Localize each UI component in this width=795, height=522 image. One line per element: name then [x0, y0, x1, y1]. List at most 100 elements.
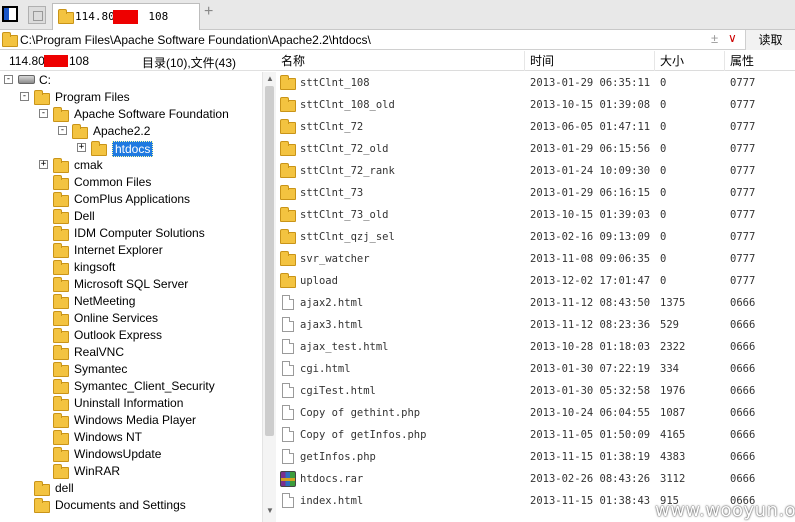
file-row[interactable]: ajax2.html 2013-11-12 08:43:50 1375 0666	[276, 292, 795, 314]
collapse-icon[interactable]: -	[4, 75, 13, 84]
tree-node-label: Outlook Express	[74, 328, 163, 342]
expand-icon[interactable]: +	[77, 143, 86, 152]
tree-node[interactable]: WinRAR	[0, 463, 262, 480]
folder-icon	[53, 362, 69, 377]
tree-node[interactable]: NetMeeting	[0, 293, 262, 310]
file-time: 2013-01-24 10:09:30	[530, 165, 651, 177]
file-row[interactable]: sttClnt_108_old 2013-10-15 01:39:08 0 0777	[276, 94, 795, 116]
column-size[interactable]: 大小	[655, 51, 725, 71]
scroll-up-icon[interactable]: ▲	[266, 74, 274, 83]
file-row[interactable]: htdocs.rar 2013-02-26 08:43:26 3112 0666	[276, 468, 795, 490]
tree-node[interactable]: Online Services	[0, 310, 262, 327]
folder-icon	[280, 163, 296, 178]
scroll-down-icon[interactable]: ▼	[266, 506, 274, 515]
address-toggle-icon[interactable]: ±	[711, 31, 718, 46]
tree-node[interactable]: ComPlus Applications	[0, 191, 262, 208]
file-row[interactable]: sttClnt_72 2013-06-05 01:47:11 0 0777	[276, 116, 795, 138]
file-row[interactable]: upload 2013-12-02 17:01:47 0 0777	[276, 270, 795, 292]
tree-node[interactable]: Documents and Settings	[0, 497, 262, 514]
host-suffix: 108	[69, 54, 90, 68]
tree-node[interactable]: - C:	[0, 72, 262, 89]
tree-node[interactable]: IDM Computer Solutions	[0, 225, 262, 242]
collapse-icon[interactable]: -	[58, 126, 67, 135]
tree-node[interactable]: kingsoft	[0, 259, 262, 276]
window-icon[interactable]	[28, 6, 46, 24]
tree-node[interactable]: - Apache Software Foundation	[0, 106, 262, 123]
file-attr: 0666	[730, 341, 756, 353]
file-row[interactable]: sttClnt_qzj_sel 2013-02-16 09:13:09 0 0777	[276, 226, 795, 248]
tree-node[interactable]: Uninstall Information	[0, 395, 262, 412]
tree-node-label: Internet Explorer	[74, 243, 163, 257]
file-row[interactable]: sttClnt_72_old 2013-01-29 06:15:56 0 0777	[276, 138, 795, 160]
tree-scrollbar[interactable]: ▲ ▼	[262, 72, 276, 522]
tree-node[interactable]: + htdocs	[0, 140, 262, 157]
file-row[interactable]: Copy of gethint.php 2013-10-24 06:04:55 10…	[276, 402, 795, 424]
tree-node[interactable]: Windows Media Player	[0, 412, 262, 429]
tree-node-label: C:	[39, 73, 51, 87]
file-row[interactable]: sttClnt_108 2013-01-29 06:35:11 0 0777	[276, 72, 795, 94]
directory-tree[interactable]: - C: - Program Files - Apache Software Founda…	[0, 72, 262, 522]
collapse-icon[interactable]: -	[39, 109, 48, 118]
file-row[interactable]: sttClnt_72_rank 2013-01-24 10:09:30 0 0777	[276, 160, 795, 182]
scroll-thumb[interactable]	[265, 86, 274, 436]
tree-node[interactable]: dell	[0, 480, 262, 497]
column-attr[interactable]: 属性	[725, 51, 795, 71]
file-size: 0	[660, 99, 667, 111]
tree-node[interactable]: - Apache2.2	[0, 123, 262, 140]
tree-node[interactable]: - Program Files	[0, 89, 262, 106]
collapse-icon[interactable]: -	[20, 92, 29, 101]
file-row[interactable]: svr_watcher 2013-11-08 09:06:35 0 0777	[276, 248, 795, 270]
expand-icon[interactable]: +	[39, 160, 48, 169]
file-attr: 0777	[730, 253, 756, 265]
tree-node[interactable]: WindowsUpdate	[0, 446, 262, 463]
redaction-mark	[113, 10, 138, 24]
host-info-bar: 114.80 108 目录(10),文件(43)	[0, 51, 276, 71]
read-button[interactable]: 读取	[745, 30, 795, 50]
tree-node[interactable]: Symantec_Client_Security	[0, 378, 262, 395]
file-row[interactable]: ajax_test.html 2013-10-28 01:18:03 2322 066…	[276, 336, 795, 358]
file-row[interactable]: Copy of getInfos.php 2013-11-05 01:50:09 4…	[276, 424, 795, 446]
folder-icon	[2, 32, 18, 47]
folder-icon	[53, 277, 69, 292]
file-name: getInfos.php	[300, 451, 376, 463]
address-path[interactable]: C:\Program Files\Apache Software Foundat…	[20, 33, 371, 47]
folder-icon	[34, 498, 50, 513]
column-name[interactable]: 名称	[276, 51, 525, 71]
tree-node[interactable]: + cmak	[0, 157, 262, 174]
tree-node-label: WindowsUpdate	[74, 447, 162, 461]
folder-icon	[53, 413, 69, 428]
file-row[interactable]: ajax3.html 2013-11-12 08:23:36 529 0666	[276, 314, 795, 336]
tree-node-label: Windows NT	[74, 430, 143, 444]
tree-node[interactable]: Microsoft SQL Server	[0, 276, 262, 293]
archive-icon	[280, 471, 296, 487]
tree-node[interactable]: RealVNC	[0, 344, 262, 361]
column-time[interactable]: 时间	[525, 51, 655, 71]
watermark: www.wooyun.org	[655, 500, 795, 521]
tree-node[interactable]: Windows NT	[0, 429, 262, 446]
file-row[interactable]: getInfos.php 2013-11-15 01:38:19 4383 0666	[276, 446, 795, 468]
tree-node[interactable]: Common Files	[0, 174, 262, 191]
tree-node-label: cmak	[74, 158, 103, 172]
address-bar[interactable]: C:\Program Files\Apache Software Foundat…	[0, 30, 795, 50]
file-time: 2013-10-15 01:39:08	[530, 99, 651, 111]
file-row[interactable]: sttClnt_73 2013-01-29 06:16:15 0 0777	[276, 182, 795, 204]
file-row[interactable]: cgiTest.html 2013-01-30 05:32:58 1976 0666	[276, 380, 795, 402]
add-tab-button[interactable]: +	[204, 3, 213, 21]
file-row[interactable]: cgi.html 2013-01-30 07:22:19 334 0666	[276, 358, 795, 380]
tree-node[interactable]: Internet Explorer	[0, 242, 262, 259]
panel-toggle-icon[interactable]	[2, 6, 18, 22]
chevron-down-icon[interactable]: ∨	[728, 31, 737, 45]
file-row[interactable]: sttClnt_73_old 2013-10-15 01:39:03 0 0777	[276, 204, 795, 226]
tree-node[interactable]: Outlook Express	[0, 327, 262, 344]
tree-node[interactable]: Symantec	[0, 361, 262, 378]
tree-node-label: dell	[55, 481, 74, 495]
tab-host[interactable]: 114.80. 108	[52, 3, 200, 30]
folder-icon	[53, 379, 69, 394]
file-time: 2013-11-12 08:23:36	[530, 319, 651, 331]
tree-node-label: htdocs	[112, 141, 154, 157]
file-name: sttClnt_72_rank	[300, 165, 395, 177]
tree-node[interactable]: Dell	[0, 208, 262, 225]
folder-icon	[53, 175, 69, 190]
folder-icon	[53, 243, 69, 258]
file-list[interactable]: sttClnt_108 2013-01-29 06:35:11 0 0777 sttCl…	[276, 72, 795, 522]
